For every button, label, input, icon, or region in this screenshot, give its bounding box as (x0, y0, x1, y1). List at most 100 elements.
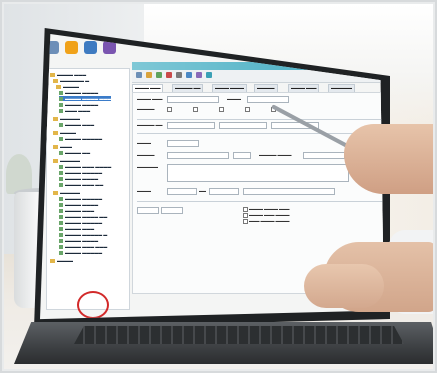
text-field[interactable] (167, 188, 197, 195)
tree-item[interactable]: ▬▬▬▬▬▬ ▬ (53, 78, 89, 83)
pager-field[interactable] (161, 207, 183, 214)
textarea-field[interactable] (167, 164, 349, 182)
tree-item[interactable]: ▬▬▬▬ (56, 84, 79, 89)
tree-item[interactable]: ▬▬▬▬ ▬▬▬ (59, 122, 94, 127)
document-icon (59, 122, 63, 127)
checkbox[interactable] (193, 107, 198, 112)
form-tabs: ▬▬▬▬ ▬▬▬ ▬▬▬▬▬ ▬▬ ▬▬▬▬ ▬▬▬▬ ▬▬▬▬▬ ▬▬▬▬ ▬… (132, 84, 384, 93)
print-icon[interactable] (176, 72, 182, 78)
folder-icon (53, 190, 58, 195)
document-icon (59, 96, 63, 101)
tree-item[interactable]: ▬▬▬▬ ▬▬▬▬▬ (59, 250, 102, 255)
tree-item[interactable]: ▬▬▬▬▬ (53, 158, 80, 163)
tree-item[interactable]: ▬▬▬▬ ▬▬▬▬ (59, 176, 98, 181)
text-field[interactable] (167, 96, 219, 103)
document-icon (59, 182, 63, 187)
tree-item[interactable]: ▬▬▬▬ ▬▬ (59, 150, 90, 155)
lookup-button[interactable] (233, 152, 251, 159)
checkbox[interactable] (245, 107, 250, 112)
divider (137, 119, 383, 120)
export-icon[interactable] (206, 72, 212, 78)
tree-item[interactable]: ▬▬▬▬ ▬▬▬▬ ▬▬ (59, 214, 107, 219)
document-icon (59, 226, 63, 231)
checkbox[interactable] (219, 107, 224, 112)
laptop-keyboard (74, 326, 404, 344)
field-label: ▬▬▬▬ ▬▬▬ ▬▬▬▬ (249, 213, 290, 217)
tree-item[interactable]: ▬▬▬▬▬ (53, 116, 80, 121)
field-label: ▬▬▬▬▬▬ (137, 165, 158, 169)
field-label: ▬▬▬▬▬ ▬▬ (137, 123, 163, 127)
tree-item[interactable]: ▬▬▬▬ ▬▬▬▬ (59, 238, 98, 243)
gear-icon[interactable] (65, 40, 78, 54)
document-icon (59, 170, 63, 175)
folder-icon (53, 158, 58, 163)
save-icon[interactable] (156, 72, 162, 78)
tree-item[interactable]: ▬▬▬▬ ▬▬▬▬ (59, 102, 98, 107)
tree-item[interactable]: ▬▬▬▬ ▬▬▬ (59, 226, 94, 231)
pager-field[interactable] (137, 207, 159, 214)
tree-item[interactable]: ▬▬▬▬ ▬▬▬▬▬ ▬ (59, 232, 107, 237)
open-icon[interactable] (146, 72, 152, 78)
folder-icon (53, 144, 58, 149)
field-label: ▬▬▬▬ ▬▬▬▬ ▬▬▬ (249, 207, 290, 211)
field-label: ▬▬▬▬▬ (137, 153, 155, 157)
checkbox[interactable] (243, 207, 248, 212)
document-icon (59, 232, 63, 237)
tree-item[interactable]: ▬▬▬▬ ▬▬▬▬▬ (59, 170, 102, 175)
select-field[interactable] (167, 152, 229, 159)
field-label: ▬▬▬▬ (137, 141, 151, 145)
document-icon (59, 136, 63, 141)
checkbox[interactable] (243, 213, 248, 218)
field-label: ▬▬▬▬ ▬▬▬ (137, 97, 163, 101)
tree-item[interactable]: ▬▬▬▬ ▬▬▬▬ (59, 202, 98, 207)
heart-icon (77, 291, 109, 319)
document-icon (59, 176, 63, 181)
folder-icon[interactable] (84, 40, 97, 54)
image-frame: ▬▬▬▬ ▬▬▬ ▬▬▬▬▬▬ ▬ ▬▬▬▬ ▬▬▬▬ ▬▬▬▬ ▬▬▬▬ ▬▬… (0, 0, 437, 373)
hand-holding-pen (344, 124, 433, 194)
document-icon (59, 244, 63, 249)
text-field[interactable] (167, 122, 215, 129)
field-label: ▬▬▬▬▬ (137, 107, 155, 111)
text-field[interactable] (209, 188, 239, 195)
tree-item[interactable]: ▬▬▬▬ ▬▬▬ (50, 72, 86, 77)
text-field[interactable] (247, 96, 289, 103)
tree-item[interactable]: ▬▬▬▬ ▬▬▬▬▬ (59, 136, 102, 141)
document-icon (59, 202, 63, 207)
checkbox[interactable] (243, 219, 248, 224)
document-icon (59, 238, 63, 243)
navigation-tree: ▬▬▬▬ ▬▬▬ ▬▬▬▬▬▬ ▬ ▬▬▬▬ ▬▬▬▬ ▬▬▬▬ ▬▬▬▬ ▬▬… (46, 68, 130, 319)
text-field[interactable] (243, 188, 335, 195)
tree-item[interactable]: ▬▬▬▬▬ (53, 190, 80, 195)
document-icon (59, 250, 63, 255)
tree-item[interactable]: ▬▬▬▬ ▬▬▬▬▬ (59, 220, 102, 225)
photo-scene: ▬▬▬▬ ▬▬▬ ▬▬▬▬▬▬ ▬ ▬▬▬▬ ▬▬▬▬ ▬▬▬▬ ▬▬▬▬ ▬▬… (4, 4, 433, 369)
tree-item[interactable]: ▬▬▬ ▬▬▬ (59, 108, 90, 113)
folder-icon (53, 116, 58, 121)
document-icon (59, 196, 63, 201)
delete-icon[interactable] (166, 72, 172, 78)
text-field[interactable] (219, 122, 267, 129)
tree-item[interactable]: ▬▬▬ (53, 144, 72, 149)
field-label: ▬▬▬▬▬ ▬▬▬▬ (259, 153, 292, 157)
tree-item-selected[interactable]: ▬▬▬▬ ▬▬▬▬ ▬▬▬ (59, 96, 112, 101)
tree-item[interactable]: ▬▬▬▬ ▬▬▬ (59, 208, 94, 213)
tree-item[interactable]: ▬▬▬▬ ▬▬▬ ▬▬ (59, 182, 103, 187)
text-field[interactable] (167, 140, 199, 147)
tree-item[interactable]: ▬▬▬▬ ▬▬▬▬▬ (59, 196, 102, 201)
tree-item[interactable]: ▬▬▬▬ (50, 258, 73, 263)
filter-icon[interactable] (196, 72, 202, 78)
document-icon (59, 164, 63, 169)
folder-icon (53, 78, 58, 83)
tree-item[interactable]: ▬▬▬▬ ▬▬▬▬ (59, 90, 98, 95)
tree-item[interactable]: ▬▬▬▬ ▬▬▬ ▬▬▬▬ (59, 164, 111, 169)
tree-item[interactable]: ▬▬▬▬ ▬▬▬ ▬▬▬ (59, 244, 107, 249)
folder-icon (56, 84, 61, 89)
document-icon (59, 150, 63, 155)
folder-icon (53, 130, 58, 135)
tree-item[interactable]: ▬▬▬▬ (53, 130, 76, 135)
text-field[interactable] (303, 152, 345, 159)
checkbox[interactable] (167, 107, 172, 112)
new-icon[interactable] (136, 72, 142, 78)
search-icon[interactable] (186, 72, 192, 78)
